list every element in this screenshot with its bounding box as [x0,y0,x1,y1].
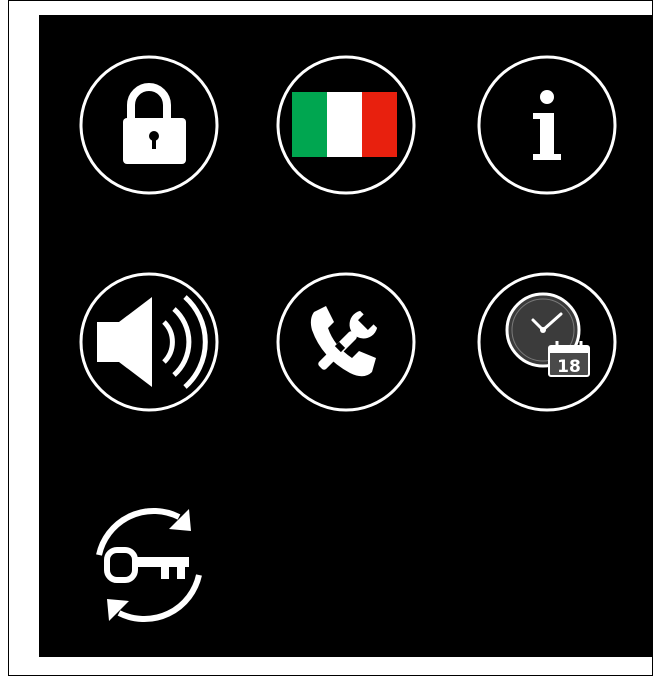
speaker-volume-icon [79,272,219,412]
service-button[interactable] [276,272,416,412]
info-icon [477,55,617,195]
device-frame: 18 [8,0,653,676]
menu-screen: 18 [39,15,653,657]
phone-wrench-icon [276,272,416,412]
reset-code-button[interactable] [79,495,219,635]
padlock-icon [79,55,219,195]
lock-button[interactable] [79,55,219,195]
calendar-day-label: 18 [557,357,581,377]
language-button[interactable] [276,55,416,195]
key-refresh-icon [96,508,202,622]
clock-calendar-icon: 18 [477,272,617,412]
volume-button[interactable] [79,272,219,412]
info-button[interactable] [477,55,617,195]
date-time-button[interactable]: 18 [477,272,617,412]
italian-flag-icon [276,55,416,195]
